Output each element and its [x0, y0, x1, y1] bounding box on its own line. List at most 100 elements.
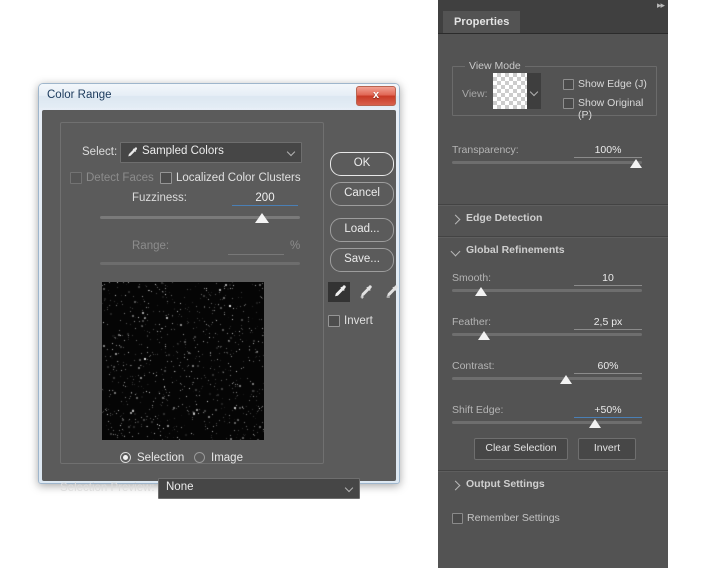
ok-button-label: OK	[353, 157, 371, 169]
ok-button[interactable]: OK	[330, 152, 394, 176]
panel-titlebar: ▸▸	[438, 0, 668, 11]
save-button[interactable]: Save...	[330, 248, 394, 272]
view-mode-legend: View Mode	[465, 60, 525, 72]
slider-shift-edge-track[interactable]	[452, 421, 642, 424]
save-button-label: Save...	[344, 253, 380, 265]
slider-feather-value[interactable]: 2,5 px	[574, 316, 642, 330]
section-global-refinements-title: Global Refinements	[466, 244, 565, 256]
radio-selection-label: Selection	[137, 452, 185, 464]
checkbox-detect-faces-label: Detect Faces	[86, 172, 154, 184]
color-range-dialog: Color Range x Select: Sampled Colors Det…	[38, 83, 400, 499]
checkbox-remember-settings[interactable]: Remember Settings	[452, 512, 560, 524]
radio-selection[interactable]: Selection	[120, 452, 184, 464]
selection-preview-label: Selection Preview:	[60, 482, 155, 494]
fuzziness-slider-knob[interactable]	[255, 213, 269, 223]
tab-properties-label: Properties	[454, 16, 510, 28]
invert-button-label: Invert	[593, 442, 621, 454]
fuzziness-slider-track[interactable]	[100, 216, 300, 219]
section-edge-detection[interactable]: Edge Detection	[438, 208, 668, 234]
chevron-down-icon[interactable]	[286, 147, 296, 157]
radio-image[interactable]: Image	[194, 452, 243, 464]
slider-transparency-track[interactable]	[452, 161, 642, 164]
cancel-button-label: Cancel	[344, 187, 380, 199]
fuzziness-value[interactable]: 200	[232, 192, 298, 206]
clear-selection-button[interactable]: Clear Selection	[474, 438, 568, 460]
slider-transparency-label: Transparency:	[452, 144, 519, 156]
color-range-preview-canvas	[102, 282, 264, 440]
radio-image-label: Image	[211, 452, 243, 464]
invert-button[interactable]: Invert	[578, 438, 636, 460]
section-edge-detection-title: Edge Detection	[466, 212, 543, 224]
selection-preview-dropdown[interactable]: None	[158, 478, 360, 499]
slider-smooth-label: Smooth:	[452, 272, 492, 284]
cancel-button[interactable]: Cancel	[330, 182, 394, 206]
close-icon[interactable]: x	[356, 86, 396, 106]
slider-contrast-knob[interactable]	[560, 375, 572, 384]
eyedropper-subtract-icon[interactable]	[380, 282, 402, 302]
close-icon-label: x	[372, 89, 380, 101]
range-value	[228, 240, 284, 255]
slider-feather-label: Feather:	[452, 316, 492, 328]
range-label: Range:	[132, 240, 170, 252]
checkbox-remember-settings-label: Remember Settings	[467, 512, 560, 524]
color-range-title: Color Range	[47, 89, 112, 101]
section-global-refinements[interactable]: Global Refinements	[438, 240, 668, 266]
view-mode-view-label: View:	[462, 88, 488, 100]
divider-output-settings	[438, 470, 668, 472]
eyedropper-glyph	[335, 285, 346, 297]
chevron-right-icon[interactable]	[450, 214, 461, 225]
slider-smooth-knob[interactable]	[474, 287, 487, 296]
slider-transparency-value[interactable]: 100%	[574, 144, 642, 158]
eyedropper-add-glyph	[360, 285, 372, 299]
eyedropper-add-icon[interactable]	[354, 282, 376, 302]
divider-edge-detection	[438, 204, 668, 206]
checkbox-show-edge[interactable]: Show Edge (J)	[563, 78, 647, 90]
eyedropper-subtract-glyph	[386, 285, 398, 298]
checkbox-show-original[interactable]: Show Original (P)	[563, 97, 656, 121]
clear-selection-button-label: Clear Selection	[485, 442, 557, 454]
select-label: Select:	[82, 146, 118, 158]
color-range-body: Select: Sampled Colors Detect Faces Loca…	[42, 110, 398, 499]
section-output-settings-title: Output Settings	[466, 478, 545, 490]
view-mode-thumbnail-picker[interactable]	[493, 73, 541, 109]
eyedropper-icon	[128, 147, 138, 157]
checkbox-show-edge-label: Show Edge (J)	[578, 78, 647, 90]
eyedropper-icon[interactable]	[328, 282, 350, 302]
properties-panel: ▸▸ Properties View Mode View: Show Edge …	[438, 0, 668, 568]
selection-preview-value: None	[166, 481, 194, 493]
collapse-panel-icon[interactable]: ▸▸	[657, 1, 665, 10]
checkbox-detect-faces: Detect Faces	[70, 172, 154, 184]
chevron-down-icon[interactable]	[527, 73, 541, 109]
color-range-titlebar[interactable]: Color Range x	[39, 84, 399, 108]
color-range-preview[interactable]	[102, 282, 264, 440]
checkbox-localized-color-clusters[interactable]: Localized Color Clusters	[160, 172, 301, 184]
slider-shift-edge-label: Shift Edge:	[452, 404, 504, 416]
slider-contrast-value[interactable]: 60%	[574, 360, 642, 374]
transparency-checkerboard-icon	[493, 73, 527, 109]
slider-contrast-track[interactable]	[452, 377, 642, 380]
slider-shift-edge-value[interactable]: +50%	[574, 404, 642, 418]
checkbox-invert-label: Invert	[344, 315, 373, 327]
load-button-label: Load...	[344, 223, 380, 235]
slider-shift-edge-knob[interactable]	[588, 419, 601, 428]
slider-contrast-label: Contrast:	[452, 360, 495, 372]
range-unit: %	[290, 240, 301, 252]
tab-properties[interactable]: Properties	[443, 11, 521, 33]
divider-global-refinements	[438, 236, 668, 238]
properties-panel-body: View Mode View: Show Edge (J) Show Origi…	[438, 34, 668, 568]
panel-tabstrip: Properties	[438, 11, 668, 34]
checkbox-localized-color-clusters-label: Localized Color Clusters	[176, 172, 301, 184]
chevron-right-icon[interactable]	[450, 480, 461, 491]
checkbox-show-original-label: Show Original (P)	[578, 97, 644, 121]
section-output-settings[interactable]: Output Settings	[438, 474, 668, 500]
checkbox-invert[interactable]: Invert	[328, 315, 373, 327]
slider-smooth-value[interactable]: 10	[574, 272, 642, 286]
chevron-down-icon[interactable]	[344, 483, 354, 493]
slider-transparency-knob[interactable]	[630, 159, 643, 168]
chevron-down-icon[interactable]	[450, 246, 461, 257]
desktop-background: ▸▸ Properties View Mode View: Show Edge …	[0, 0, 705, 568]
slider-feather-knob[interactable]	[478, 331, 491, 340]
load-button[interactable]: Load...	[330, 218, 394, 242]
select-dropdown[interactable]: Sampled Colors	[120, 142, 302, 163]
range-slider-track	[100, 262, 300, 265]
